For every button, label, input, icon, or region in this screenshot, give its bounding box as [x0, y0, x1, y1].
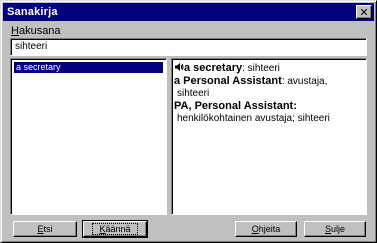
translate-button-focus: Käännä [92, 223, 138, 235]
search-label-rest: akusana [18, 25, 61, 37]
search-input[interactable]: sihteeri [10, 38, 367, 56]
dictionary-window: Sanakirja ✕ Hakusana sihteeri a secretar… [0, 0, 377, 243]
entry-translation-continued: henkilökohtainen avustaja; sihteeri [177, 113, 330, 124]
close-dialog-button[interactable]: Sulje [304, 221, 366, 237]
search-label: Hakusana [11, 25, 61, 37]
search-button[interactable]: Etsi [13, 221, 77, 237]
translation-entry: PA, Personal Assistant: henkilökohtainen… [174, 100, 363, 125]
help-button-mnemonic: O [251, 224, 259, 234]
speaker-icon[interactable] [174, 62, 184, 72]
translation-entry: a secretary: sihteeri [174, 62, 363, 75]
window-title: Sanakirja [7, 6, 58, 18]
entry-term: a secretary [184, 62, 243, 74]
title-bar[interactable]: Sanakirja ✕ [3, 3, 374, 21]
close-icon: ✕ [359, 5, 369, 19]
translation-entry: a Personal Assistant: avustaja, sihteeri [174, 75, 363, 100]
entry-term: PA, Personal Assistant [174, 100, 294, 112]
help-button-label: hjeita [258, 224, 281, 234]
translation-panel[interactable]: a secretary: sihteeri a Personal Assista… [171, 58, 367, 215]
entry-separator: : [293, 100, 297, 112]
translate-button-label: äännä [105, 224, 131, 234]
close-button[interactable]: ✕ [356, 5, 372, 19]
entry-term: a Personal Assistant [174, 75, 282, 87]
close-dialog-button-label: ulje [331, 224, 346, 234]
help-button[interactable]: Ohjeita [235, 221, 297, 237]
list-item[interactable]: a secretary [14, 62, 163, 73]
entry-translation: sihteeri [247, 63, 280, 74]
search-button-label: tsi [43, 224, 53, 234]
word-list[interactable]: a secretary [10, 58, 167, 215]
search-label-mnemonic: H [11, 25, 19, 37]
translate-button[interactable]: Käännä [82, 220, 148, 238]
entry-translation-continued: sihteeri [177, 88, 210, 99]
entry-translation: avustaja, [287, 76, 328, 87]
